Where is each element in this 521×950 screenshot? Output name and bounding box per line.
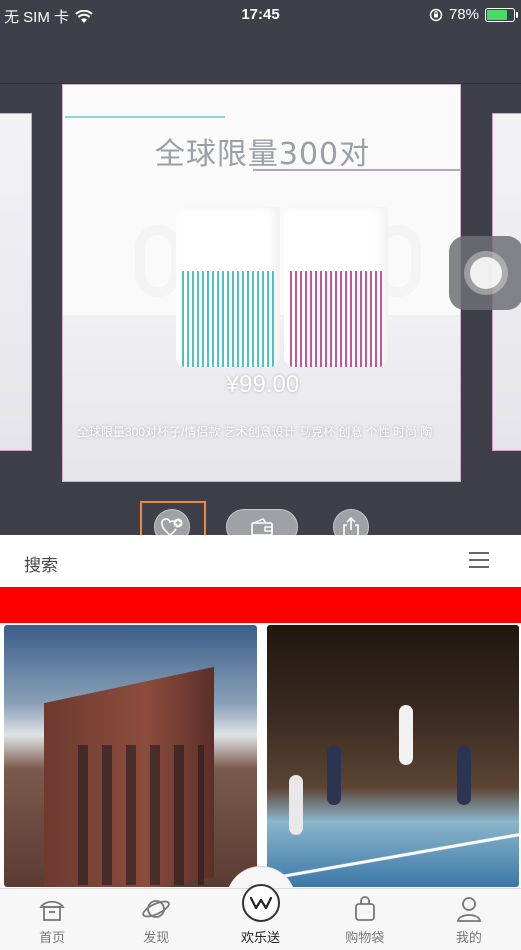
- wallet-icon: [251, 518, 273, 536]
- photo-building[interactable]: [4, 625, 257, 887]
- tab-me[interactable]: 我的: [417, 889, 521, 950]
- app-screen: 无 SIM 卡 17:45 78% 全球限量300对 ¥99.00 全球限量30…: [0, 0, 521, 950]
- mug-pink-image: [284, 207, 388, 367]
- status-right: 78%: [429, 6, 518, 23]
- rotation-lock-icon: [429, 8, 443, 21]
- product-description: 全球限量300对杯子/情侣款 艺术创意设计 马克杯 创意 个性 时尚 陶: [77, 425, 433, 439]
- search-bar[interactable]: 搜索: [0, 535, 521, 585]
- player-figure: [289, 775, 303, 835]
- photo-basketball[interactable]: [267, 625, 519, 887]
- court-lines: [267, 830, 519, 887]
- battery-percent: 78%: [448, 6, 479, 23]
- mug-handle: [135, 225, 181, 297]
- w-logo-icon: [249, 896, 273, 910]
- tab-label: 欢乐送: [241, 930, 281, 945]
- tab-label: 我的: [455, 930, 482, 945]
- tab-label: 购物袋: [345, 930, 385, 945]
- red-banner[interactable]: [0, 587, 521, 623]
- mug-stripes: [182, 271, 274, 367]
- player-figure: [327, 745, 341, 805]
- tab-label: 发现: [143, 930, 170, 945]
- assistive-touch-dot: [470, 257, 502, 289]
- status-bar: 无 SIM 卡 17:45 78%: [0, 0, 521, 30]
- product-price: ¥99.00: [225, 371, 300, 398]
- player-figure: [399, 705, 413, 765]
- user-icon: [456, 897, 481, 922]
- player-figure: [457, 745, 471, 805]
- tab-label: 首页: [39, 930, 66, 945]
- hamburger-menu-icon[interactable]: [469, 552, 489, 568]
- mug-stripes: [290, 271, 382, 367]
- planet-icon: [142, 900, 171, 918]
- battery-icon: [485, 7, 518, 22]
- search-label[interactable]: 搜索: [24, 551, 58, 576]
- mug-teal-image: [176, 207, 280, 367]
- battery-fill: [487, 9, 508, 20]
- center-tab-button[interactable]: [242, 884, 280, 922]
- tab-home[interactable]: 首页: [0, 889, 104, 950]
- product-headline: 全球限量300对: [154, 137, 371, 172]
- product-card[interactable]: 全球限量300对 ¥99.00 全球限量300对杯子/情侣款 艺术创意设计 马克…: [62, 84, 461, 482]
- building-windows: [64, 745, 204, 885]
- carousel-previous-card[interactable]: [0, 113, 32, 451]
- home-icon: [39, 900, 65, 921]
- assistive-touch-button[interactable]: [449, 236, 521, 310]
- decor-line: [65, 116, 225, 118]
- tab-discover[interactable]: 发现: [104, 889, 208, 950]
- bag-icon: [354, 896, 375, 921]
- tab-shopping-bag[interactable]: 购物袋: [313, 889, 417, 950]
